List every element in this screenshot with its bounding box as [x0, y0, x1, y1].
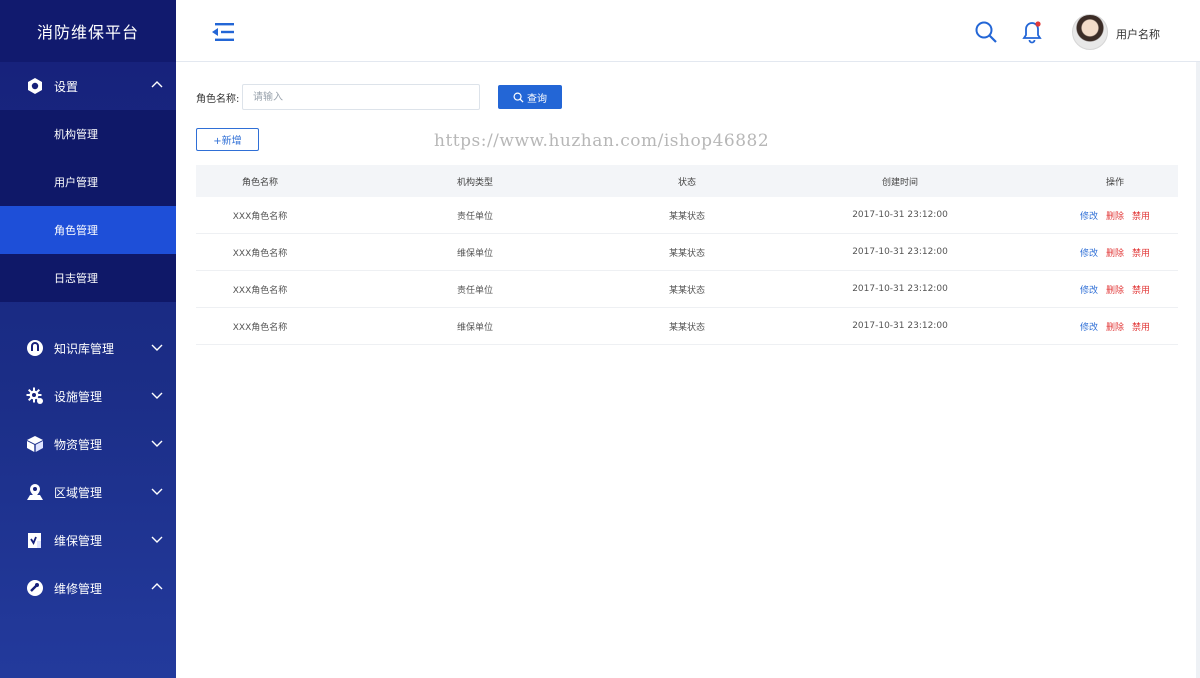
- sidebar-group-facility[interactable]: 设施管理: [0, 372, 176, 420]
- cell-role-name: XXX角色名称: [232, 285, 288, 296]
- sidebar-group-label: 设置: [54, 79, 79, 94]
- chevron-down-icon: [151, 392, 163, 399]
- sidebar-group-maintenance[interactable]: 维保管理: [0, 516, 176, 564]
- table-row: XXX角色名称 维保单位 某某状态 2017-10-31 23:12:00 修改…: [196, 308, 1178, 345]
- sidebar-group-label: 区域管理: [54, 485, 103, 500]
- roles-table: 角色名称 机构类型 状态 创建时间 操作 XXX角色名称 责任单位 某某状态 2…: [196, 165, 1178, 345]
- cell-role-name: XXX角色名称: [232, 211, 288, 222]
- cell-role-name: XXX角色名称: [232, 322, 288, 333]
- search-icon[interactable]: [974, 20, 998, 44]
- edit-link[interactable]: 修改: [1080, 320, 1098, 333]
- wrench-icon: [26, 579, 44, 597]
- chevron-up-icon: [151, 583, 163, 590]
- sidebar: 消防维保平台 设置 机构管理 用户管理 角色管理 日志管理 知识库管理 设施管理…: [0, 0, 176, 678]
- cell-status: 某某状态: [668, 285, 705, 296]
- sidebar-item-org[interactable]: 机构管理: [0, 110, 176, 158]
- cell-org-type: 维保单位: [456, 322, 493, 333]
- chevron-down-icon: [151, 440, 163, 447]
- sidebar-item-label: 日志管理: [54, 272, 98, 285]
- disable-link[interactable]: 禁用: [1132, 320, 1150, 333]
- edit-link[interactable]: 修改: [1080, 246, 1098, 259]
- delete-link[interactable]: 删除: [1106, 283, 1124, 296]
- avatar[interactable]: [1072, 14, 1108, 50]
- add-button[interactable]: +新增: [196, 128, 259, 151]
- chevron-down-icon: [151, 488, 163, 495]
- username[interactable]: 用户名称: [1116, 26, 1160, 42]
- sidebar-group-label: 维保管理: [54, 533, 103, 548]
- sidebar-item-label: 用户管理: [54, 176, 98, 189]
- settings-submenu: 机构管理 用户管理 角色管理 日志管理: [0, 110, 176, 302]
- query-button[interactable]: 查询: [498, 85, 562, 109]
- sidebar-item-label: 角色管理: [54, 224, 98, 237]
- sidebar-group-label: 维修管理: [54, 581, 103, 596]
- knowledge-icon: [26, 339, 44, 357]
- gear-hex-icon: [26, 77, 44, 95]
- top-bar: 用户名称: [176, 0, 1200, 62]
- cell-actions: 修改 删除 禁用: [1052, 283, 1178, 296]
- column-header: 状态: [677, 177, 696, 188]
- cell-created-time: 2017-10-31 23:12:00: [852, 284, 948, 294]
- delete-link[interactable]: 删除: [1106, 246, 1124, 259]
- chevron-down-icon: [151, 536, 163, 543]
- column-header: 角色名称: [241, 177, 278, 188]
- sidebar-item-users[interactable]: 用户管理: [0, 158, 176, 206]
- bell-icon[interactable]: [1021, 20, 1043, 44]
- sidebar-group-label: 设施管理: [54, 389, 103, 404]
- cell-org-type: 责任单位: [456, 285, 493, 296]
- sidebar-group-repair[interactable]: 维修管理: [0, 564, 176, 612]
- map-pin-icon: [26, 483, 44, 501]
- column-header: 操作: [1105, 177, 1124, 188]
- cell-created-time: 2017-10-31 23:12:00: [852, 247, 948, 257]
- sidebar-group-label: 物资管理: [54, 437, 103, 452]
- disable-link[interactable]: 禁用: [1132, 209, 1150, 222]
- sidebar-group-label: 知识库管理: [54, 341, 115, 356]
- edit-link[interactable]: 修改: [1080, 283, 1098, 296]
- sidebar-group-materials[interactable]: 物资管理: [0, 420, 176, 468]
- table-row: XXX角色名称 责任单位 某某状态 2017-10-31 23:12:00 修改…: [196, 197, 1178, 234]
- cell-actions: 修改 删除 禁用: [1052, 320, 1178, 333]
- column-header: 机构类型: [456, 177, 493, 188]
- sidebar-group-knowledge[interactable]: 知识库管理: [0, 324, 176, 372]
- cell-created-time: 2017-10-31 23:12:00: [852, 210, 948, 220]
- role-name-input[interactable]: [242, 84, 480, 110]
- sidebar-group-region[interactable]: 区域管理: [0, 468, 176, 516]
- page-edge: [1196, 62, 1200, 678]
- cog-icon: [26, 387, 44, 405]
- column-header: 创建时间: [881, 177, 918, 188]
- cell-actions: 修改 删除 禁用: [1052, 246, 1178, 259]
- query-button-label: 查询: [527, 93, 547, 105]
- chevron-down-icon: [151, 344, 163, 351]
- disable-link[interactable]: 禁用: [1132, 283, 1150, 296]
- cell-org-type: 维保单位: [456, 248, 493, 259]
- search-icon: [513, 92, 524, 103]
- filter-bar: 角色名称: 查询: [196, 84, 562, 110]
- sidebar-group-settings[interactable]: 设置: [0, 62, 176, 110]
- cell-status: 某某状态: [668, 211, 705, 222]
- sidebar-item-logs[interactable]: 日志管理: [0, 254, 176, 302]
- delete-link[interactable]: 删除: [1106, 320, 1124, 333]
- table-row: XXX角色名称 维保单位 某某状态 2017-10-31 23:12:00 修改…: [196, 234, 1178, 271]
- table-row: XXX角色名称 责任单位 某某状态 2017-10-31 23:12:00 修改…: [196, 271, 1178, 308]
- app-title: 消防维保平台: [0, 0, 176, 62]
- menu-collapse-icon[interactable]: [210, 20, 236, 44]
- cell-org-type: 责任单位: [456, 211, 493, 222]
- delete-link[interactable]: 删除: [1106, 209, 1124, 222]
- cell-role-name: XXX角色名称: [232, 248, 288, 259]
- cell-created-time: 2017-10-31 23:12:00: [852, 321, 948, 331]
- watermark: https://www.huzhan.com/ishop46882: [434, 131, 770, 151]
- table-header: 角色名称 机构类型 状态 创建时间 操作: [196, 165, 1178, 197]
- sidebar-item-label: 机构管理: [54, 128, 98, 141]
- clipboard-icon: [26, 531, 44, 549]
- edit-link[interactable]: 修改: [1080, 209, 1098, 222]
- cell-actions: 修改 删除 禁用: [1052, 209, 1178, 222]
- sidebar-item-roles[interactable]: 角色管理: [0, 206, 176, 254]
- role-name-label: 角色名称:: [196, 93, 240, 105]
- cell-status: 某某状态: [668, 322, 705, 333]
- chevron-up-icon: [151, 81, 163, 88]
- box-icon: [26, 435, 44, 453]
- disable-link[interactable]: 禁用: [1132, 246, 1150, 259]
- cell-status: 某某状态: [668, 248, 705, 259]
